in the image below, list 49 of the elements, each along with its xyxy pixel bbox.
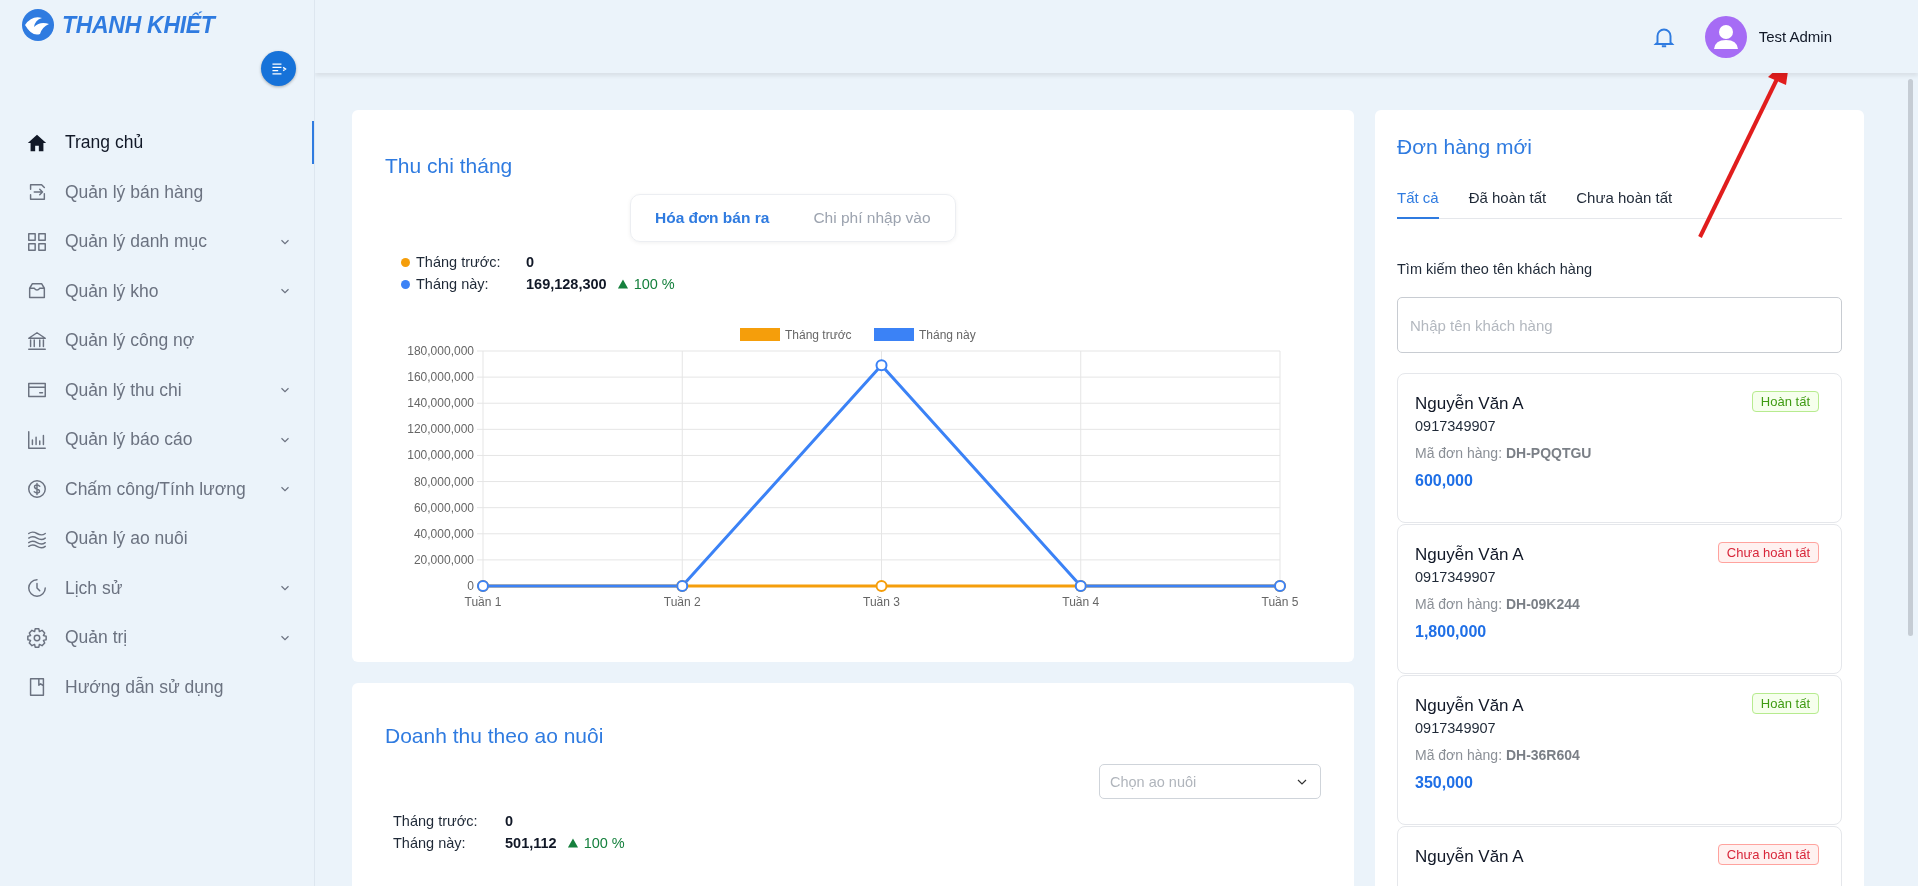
- change-percent: 100 %: [583, 835, 625, 851]
- x-tick-label: Tuần 1: [464, 595, 502, 609]
- summary-label: Tháng trước:: [416, 254, 501, 270]
- card-title: Đơn hàng mới: [1397, 135, 1533, 159]
- y-tick-label: 20,000,000: [413, 552, 474, 567]
- status-badge: Hoàn tất: [1751, 693, 1819, 714]
- y-tick-label: 120,000,000: [407, 422, 474, 437]
- summary-label: Tháng này:: [416, 276, 489, 292]
- summary-label: Tháng trước:: [393, 813, 479, 829]
- customer-name: Nguyễn Văn A: [1415, 847, 1525, 867]
- y-tick-label: 80,000,000: [413, 474, 474, 489]
- summary-label: Tháng này:: [393, 835, 467, 851]
- y-tick-label: 140,000,000: [407, 396, 474, 411]
- y-tick-label: 100,000,000: [407, 448, 474, 463]
- customer-name: Nguyễn Văn A: [1415, 394, 1525, 414]
- y-tick-label: 60,000,000: [413, 500, 474, 515]
- order-code: Mã đơn hàng: DH-09K244: [1415, 596, 1581, 612]
- x-tick-label: Tuần 3: [863, 595, 900, 609]
- phone-number: 0917349907: [1415, 418, 1497, 434]
- order-code: Mã đơn hàng: DH-PQQTGU: [1415, 445, 1593, 461]
- card-title: Doanh thu theo ao nuôi: [385, 724, 605, 748]
- order-code: Mã đơn hàng: DH-36R604: [1415, 747, 1581, 763]
- x-tick-label: Tuần 4: [1062, 595, 1100, 609]
- status-badge: Chưa hoàn tất: [1717, 542, 1819, 563]
- y-tick-label: 40,000,000: [413, 526, 474, 541]
- legend-label: Tháng này: [919, 328, 976, 342]
- order-amount: 350,000: [1415, 774, 1474, 792]
- customer-name: Nguyễn Văn A: [1415, 696, 1525, 716]
- search-label: Tìm kiếm theo tên khách hàng: [1397, 261, 1594, 277]
- customer-name: Nguyễn Văn A: [1415, 545, 1525, 565]
- status-badge: Chưa hoàn tất: [1717, 844, 1819, 865]
- x-tick-label: Tuần 2: [663, 595, 701, 609]
- summary-value: 0: [505, 813, 515, 829]
- card-title: Thu chi tháng: [385, 154, 514, 178]
- order-amount: 1,800,000: [1415, 623, 1488, 641]
- y-tick-label: 180,000,000: [407, 344, 474, 358]
- status-badge: Hoàn tất: [1751, 391, 1819, 412]
- x-tick-label: Tuần 5: [1261, 595, 1299, 609]
- change-percent: 100 %: [633, 276, 675, 292]
- brand-name: THANH KHIẾT: [62, 11, 215, 39]
- phone-number: 0917349907: [1415, 720, 1497, 736]
- legend-label: Tháng trước: [785, 328, 852, 342]
- y-tick-label: 160,000,000: [407, 370, 474, 385]
- summary-value: 169,128,300: [526, 276, 607, 292]
- summary-value: 0: [526, 254, 536, 270]
- y-tick-label: 0: [467, 579, 474, 593]
- phone-number: 0917349907: [1415, 569, 1497, 585]
- order-amount: 600,000: [1415, 472, 1474, 490]
- summary-value: 501,112: [505, 835, 557, 851]
